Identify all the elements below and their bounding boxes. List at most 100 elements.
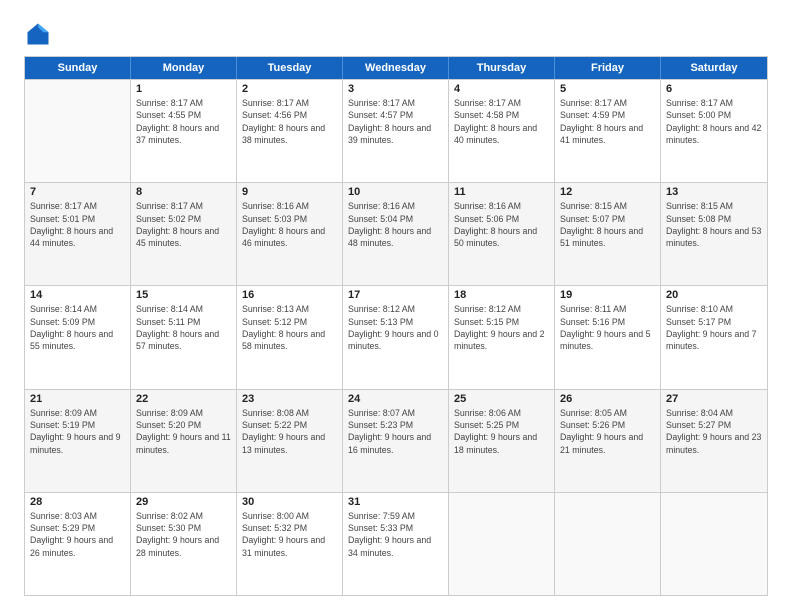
calendar-row: 7Sunrise: 8:17 AM Sunset: 5:01 PM Daylig… [25,182,767,285]
calendar-cell: 1 Sunrise: 8:17 AM Sunset: 4:55 PM Daylig… [131,80,237,182]
day-number: 25 [454,393,549,405]
day-number: 17 [348,289,443,301]
day-info: Sunrise: 8:02 AM Sunset: 5:30 PM Dayligh… [136,510,231,559]
day-info: Sunrise: 8:10 AM Sunset: 5:17 PM Dayligh… [666,303,762,352]
calendar-cell [449,493,555,595]
day-info: Sunrise: 8:06 AM Sunset: 5:25 PM Dayligh… [454,407,549,456]
calendar-header-cell: Saturday [661,57,767,79]
day-number: 26 [560,393,655,405]
day-number: 12 [560,186,655,198]
day-info: Sunrise: 8:17 AM Sunset: 4:58 PM Dayligh… [454,97,549,146]
day-number: 30 [242,496,337,508]
day-info: Sunrise: 8:17 AM Sunset: 5:00 PM Dayligh… [666,97,762,146]
calendar-cell: 14 Sunrise: 8:14 AM Sunset: 5:09 PM Dayli… [25,286,131,388]
day-info: Sunrise: 7:59 AM Sunset: 5:33 PM Dayligh… [348,510,443,559]
day-info: Sunrise: 8:07 AM Sunset: 5:23 PM Dayligh… [348,407,443,456]
day-number: 24 [348,393,443,405]
day-info: Sunrise: 8:15 AM Sunset: 5:08 PM Dayligh… [666,200,762,249]
calendar-cell: 6Sunrise: 8:17 AM Sunset: 5:00 PM Daylig… [661,80,767,182]
day-number: 4 [454,83,549,95]
calendar-cell: 3 Sunrise: 8:17 AM Sunset: 4:57 PM Daylig… [343,80,449,182]
day-number: 2 [242,83,337,95]
day-info: Sunrise: 8:16 AM Sunset: 5:04 PM Dayligh… [348,200,443,249]
day-info: Sunrise: 8:13 AM Sunset: 5:12 PM Dayligh… [242,303,337,352]
day-info: Sunrise: 8:17 AM Sunset: 4:59 PM Dayligh… [560,97,655,146]
calendar-cell: 18 Sunrise: 8:12 AM Sunset: 5:15 PM Dayli… [449,286,555,388]
day-number: 16 [242,289,337,301]
day-info: Sunrise: 8:03 AM Sunset: 5:29 PM Dayligh… [30,510,125,559]
calendar-cell: 17Sunrise: 8:12 AM Sunset: 5:13 PM Dayli… [343,286,449,388]
logo-icon [24,20,52,48]
calendar-header-cell: Thursday [449,57,555,79]
calendar-cell: 4 Sunrise: 8:17 AM Sunset: 4:58 PM Daylig… [449,80,555,182]
day-info: Sunrise: 8:16 AM Sunset: 5:03 PM Dayligh… [242,200,337,249]
day-number: 28 [30,496,125,508]
calendar-cell: 22 Sunrise: 8:09 AM Sunset: 5:20 PM Dayli… [131,390,237,492]
day-info: Sunrise: 8:15 AM Sunset: 5:07 PM Dayligh… [560,200,655,249]
calendar-cell: 23 Sunrise: 8:08 AM Sunset: 5:22 PM Dayli… [237,390,343,492]
day-number: 14 [30,289,125,301]
logo [24,20,56,48]
day-number: 21 [30,393,125,405]
day-info: Sunrise: 8:17 AM Sunset: 4:55 PM Dayligh… [136,97,231,146]
calendar-cell: 31 Sunrise: 7:59 AM Sunset: 5:33 PM Dayli… [343,493,449,595]
calendar-cell: 2Sunrise: 8:17 AM Sunset: 4:56 PM Daylig… [237,80,343,182]
calendar-cell: 8 Sunrise: 8:17 AM Sunset: 5:02 PM Daylig… [131,183,237,285]
calendar-cell: 11Sunrise: 8:16 AM Sunset: 5:06 PM Dayli… [449,183,555,285]
day-number: 1 [136,83,231,95]
day-info: Sunrise: 8:17 AM Sunset: 4:57 PM Dayligh… [348,97,443,146]
day-info: Sunrise: 8:11 AM Sunset: 5:16 PM Dayligh… [560,303,655,352]
day-info: Sunrise: 8:14 AM Sunset: 5:09 PM Dayligh… [30,303,125,352]
day-number: 13 [666,186,762,198]
calendar-header-cell: Friday [555,57,661,79]
day-number: 5 [560,83,655,95]
calendar-header: SundayMondayTuesdayWednesdayThursdayFrid… [25,57,767,79]
calendar-cell: 30Sunrise: 8:00 AM Sunset: 5:32 PM Dayli… [237,493,343,595]
day-number: 8 [136,186,231,198]
day-number: 22 [136,393,231,405]
calendar-header-cell: Sunday [25,57,131,79]
calendar-cell: 27 Sunrise: 8:04 AM Sunset: 5:27 PM Dayli… [661,390,767,492]
calendar-cell: 7Sunrise: 8:17 AM Sunset: 5:01 PM Daylig… [25,183,131,285]
calendar-cell [25,80,131,182]
day-number: 29 [136,496,231,508]
day-number: 18 [454,289,549,301]
day-info: Sunrise: 8:12 AM Sunset: 5:15 PM Dayligh… [454,303,549,352]
day-number: 27 [666,393,762,405]
day-number: 23 [242,393,337,405]
calendar-cell: 13 Sunrise: 8:15 AM Sunset: 5:08 PM Dayli… [661,183,767,285]
day-info: Sunrise: 8:16 AM Sunset: 5:06 PM Dayligh… [454,200,549,249]
day-info: Sunrise: 8:05 AM Sunset: 5:26 PM Dayligh… [560,407,655,456]
calendar-cell: 19 Sunrise: 8:11 AM Sunset: 5:16 PM Dayli… [555,286,661,388]
day-info: Sunrise: 8:14 AM Sunset: 5:11 PM Dayligh… [136,303,231,352]
day-info: Sunrise: 8:17 AM Sunset: 5:02 PM Dayligh… [136,200,231,249]
day-number: 3 [348,83,443,95]
calendar-cell: 25 Sunrise: 8:06 AM Sunset: 5:25 PM Dayli… [449,390,555,492]
day-info: Sunrise: 8:09 AM Sunset: 5:20 PM Dayligh… [136,407,231,456]
calendar-cell: 9Sunrise: 8:16 AM Sunset: 5:03 PM Daylig… [237,183,343,285]
day-number: 15 [136,289,231,301]
calendar-cell: 15 Sunrise: 8:14 AM Sunset: 5:11 PM Dayli… [131,286,237,388]
calendar-header-cell: Monday [131,57,237,79]
day-info: Sunrise: 8:09 AM Sunset: 5:19 PM Dayligh… [30,407,125,456]
day-info: Sunrise: 8:08 AM Sunset: 5:22 PM Dayligh… [242,407,337,456]
day-number: 10 [348,186,443,198]
calendar-header-cell: Tuesday [237,57,343,79]
calendar-cell: 24 Sunrise: 8:07 AM Sunset: 5:23 PM Dayli… [343,390,449,492]
day-number: 31 [348,496,443,508]
calendar-cell [661,493,767,595]
calendar-cell: 29 Sunrise: 8:02 AM Sunset: 5:30 PM Dayli… [131,493,237,595]
calendar-row: 28 Sunrise: 8:03 AM Sunset: 5:29 PM Dayli… [25,492,767,595]
page: SundayMondayTuesdayWednesdayThursdayFrid… [0,0,792,612]
calendar-cell [555,493,661,595]
header [24,20,768,48]
calendar-cell: 5 Sunrise: 8:17 AM Sunset: 4:59 PM Daylig… [555,80,661,182]
day-number: 20 [666,289,762,301]
day-info: Sunrise: 8:04 AM Sunset: 5:27 PM Dayligh… [666,407,762,456]
calendar-row: 1 Sunrise: 8:17 AM Sunset: 4:55 PM Daylig… [25,79,767,182]
day-info: Sunrise: 8:17 AM Sunset: 5:01 PM Dayligh… [30,200,125,249]
calendar-cell: 28 Sunrise: 8:03 AM Sunset: 5:29 PM Dayli… [25,493,131,595]
day-number: 19 [560,289,655,301]
calendar-cell: 12 Sunrise: 8:15 AM Sunset: 5:07 PM Dayli… [555,183,661,285]
calendar-cell: 21 Sunrise: 8:09 AM Sunset: 5:19 PM Dayli… [25,390,131,492]
